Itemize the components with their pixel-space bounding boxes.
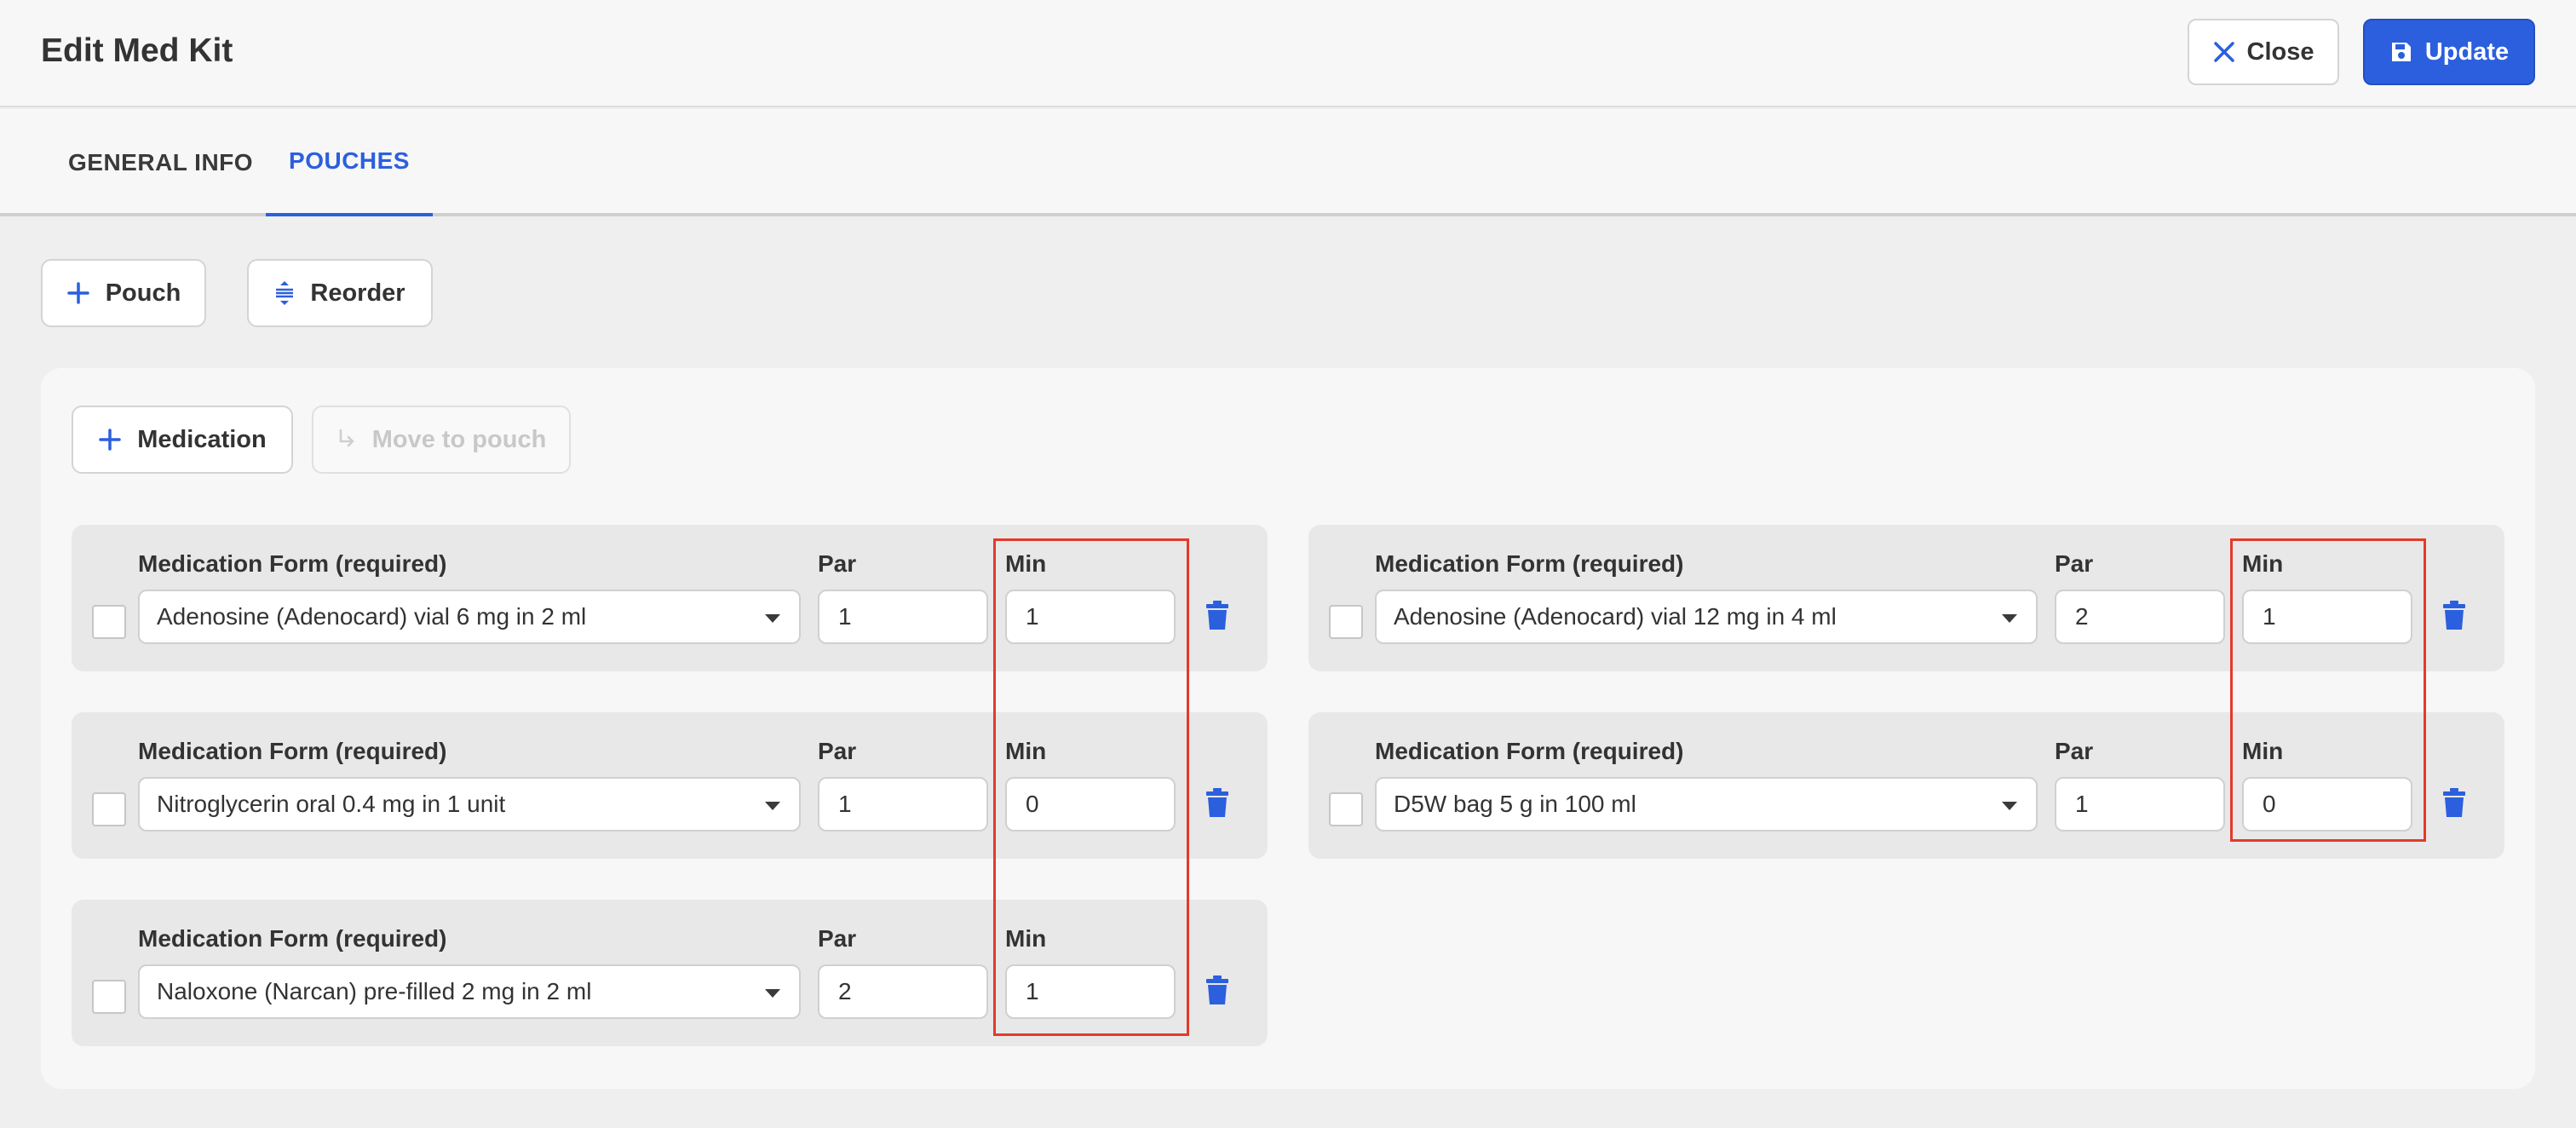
par-input[interactable]: 1 (818, 777, 988, 832)
par-input[interactable]: 1 (818, 590, 988, 644)
min-input[interactable]: 1 (1005, 964, 1176, 1019)
row-checkbox[interactable] (1329, 605, 1363, 639)
trash-icon[interactable] (1205, 787, 1230, 818)
medication-form-value: D5W bag 5 g in 100 ml (1394, 791, 1636, 817)
par-label: Par (2055, 738, 2094, 764)
plus-icon (66, 282, 89, 304)
update-button-label: Update (2424, 37, 2510, 66)
min-input[interactable]: 1 (2242, 590, 2412, 644)
medication-row: Medication Form (required) Par Min Adeno… (1308, 525, 2504, 671)
medication-form-label: Medication Form (required) (1375, 738, 1684, 764)
par-label: Par (818, 550, 857, 577)
medication-row: Medication Form (required) Par Min Adeno… (72, 525, 1268, 671)
trash-icon[interactable] (2441, 600, 2467, 630)
chevron-down-icon (765, 802, 780, 810)
save-icon (2391, 43, 2411, 61)
min-input[interactable]: 0 (1005, 777, 1176, 832)
close-icon (2213, 42, 2234, 62)
medication-form-label: Medication Form (required) (138, 550, 447, 577)
min-input[interactable]: 0 (2242, 777, 2412, 832)
medication-form-label: Medication Form (required) (138, 738, 447, 764)
move-icon (339, 429, 354, 447)
row-checkbox[interactable] (92, 980, 126, 1014)
tab-bar: GENERAL INFO POUCHES (0, 109, 2576, 216)
add-pouch-button[interactable]: Pouch (41, 259, 206, 327)
medication-form-value: Adenosine (Adenocard) vial 6 mg in 2 ml (157, 603, 587, 630)
tab-general-info[interactable]: GENERAL INFO (41, 109, 266, 216)
plus-icon (99, 429, 122, 451)
trash-icon[interactable] (2441, 787, 2467, 818)
par-label: Par (2055, 550, 2094, 577)
add-medication-label: Medication (137, 425, 267, 453)
par-label: Par (818, 738, 857, 764)
chevron-down-icon (765, 989, 780, 998)
chevron-down-icon (765, 614, 780, 623)
par-input[interactable]: 2 (2055, 590, 2225, 644)
page-title: Edit Med Kit (41, 32, 233, 69)
trash-icon[interactable] (1205, 600, 1230, 630)
min-label: Min (2242, 738, 2284, 764)
min-label: Min (1005, 925, 1047, 952)
row-checkbox[interactable] (1329, 792, 1363, 826)
medication-row: Medication Form (required) Par Min Nitro… (72, 712, 1268, 859)
chevron-down-icon (2002, 614, 2017, 623)
medication-form-value: Naloxone (Narcan) pre-filled 2 mg in 2 m… (157, 978, 592, 1004)
medication-form-select[interactable]: Naloxone (Narcan) pre-filled 2 mg in 2 m… (138, 964, 801, 1019)
medication-form-select[interactable]: Adenosine (Adenocard) vial 12 mg in 4 ml (1375, 590, 2038, 644)
medication-form-value: Nitroglycerin oral 0.4 mg in 1 unit (157, 791, 506, 817)
chevron-down-icon (2002, 802, 2017, 810)
medication-form-label: Medication Form (required) (138, 925, 447, 952)
reorder-label: Reorder (310, 279, 405, 307)
row-checkbox[interactable] (92, 605, 126, 639)
medication-form-value: Adenosine (Adenocard) vial 12 mg in 4 ml (1394, 603, 1837, 630)
update-button[interactable]: Update (2363, 19, 2535, 85)
medication-form-label: Medication Form (required) (1375, 550, 1684, 577)
reorder-icon (276, 281, 294, 305)
medication-form-select[interactable]: Nitroglycerin oral 0.4 mg in 1 unit (138, 777, 801, 832)
min-input[interactable]: 1 (1005, 590, 1176, 644)
min-label: Min (2242, 550, 2284, 577)
close-button[interactable]: Close (2188, 19, 2339, 85)
par-input[interactable]: 1 (2055, 777, 2225, 832)
min-label: Min (1005, 738, 1047, 764)
add-pouch-label: Pouch (105, 279, 181, 307)
par-input[interactable]: 2 (818, 964, 988, 1019)
move-to-pouch-button[interactable]: Move to pouch (312, 406, 571, 474)
medication-row: Medication Form (required) Par Min D5W b… (1308, 712, 2504, 859)
move-to-pouch-label: Move to pouch (371, 425, 547, 453)
page-header: Edit Med Kit Close Update (0, 0, 2576, 107)
tab-pouches[interactable]: POUCHES (266, 109, 433, 216)
medication-row: Medication Form (required) Par Min Nalox… (72, 900, 1268, 1046)
medication-form-select[interactable]: Adenosine (Adenocard) vial 6 mg in 2 ml (138, 590, 801, 644)
medication-form-select[interactable]: D5W bag 5 g in 100 ml (1375, 777, 2038, 832)
add-medication-button[interactable]: Medication (72, 406, 293, 474)
close-button-label: Close (2246, 37, 2314, 66)
trash-icon[interactable] (1205, 975, 1230, 1005)
row-checkbox[interactable] (92, 792, 126, 826)
min-label: Min (1005, 550, 1047, 577)
reorder-button[interactable]: Reorder (247, 259, 433, 327)
par-label: Par (818, 925, 857, 952)
